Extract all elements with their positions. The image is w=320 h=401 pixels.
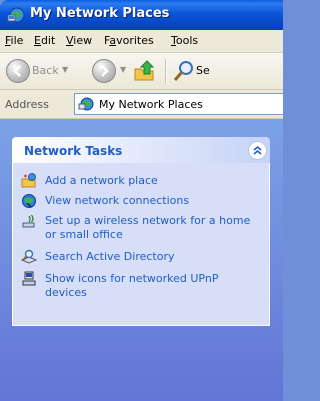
network-connections-icon — [21, 193, 37, 209]
task-label: Add a network place — [45, 174, 158, 187]
up-folder-icon — [134, 60, 155, 81]
back-dropdown-icon[interactable]: ▼ — [62, 65, 68, 74]
task-setup-wireless-network[interactable]: Set up a wireless network for a home or … — [21, 213, 261, 245]
search-directory-icon — [20, 249, 38, 265]
forward-button[interactable] — [92, 59, 116, 83]
group-title: Network Tasks — [24, 144, 123, 158]
search-icon — [173, 61, 193, 81]
task-pane: Network Tasks Add a network place View n… — [0, 119, 283, 401]
collapse-button[interactable] — [248, 141, 267, 160]
network-tasks-group: Network Tasks Add a network place View n… — [12, 137, 270, 327]
address-label: Address — [5, 98, 49, 111]
task-label: Show icons for networked UPnP devices — [45, 272, 219, 299]
task-view-network-connections[interactable]: View network connections — [21, 193, 261, 211]
menu-tools[interactable]: Tools — [171, 34, 198, 47]
menu-edit[interactable]: Edit — [34, 34, 55, 47]
back-arrow-icon — [13, 65, 21, 77]
menu-tools-rest: ools — [175, 34, 199, 47]
search-button[interactable] — [172, 59, 196, 83]
add-network-place-icon — [21, 173, 37, 189]
task-label: Set up a wireless network for a home or … — [45, 214, 251, 241]
upnp-devices-icon — [21, 271, 37, 287]
menu-file[interactable]: File — [5, 34, 23, 47]
task-search-active-directory[interactable]: Search Active Directory — [20, 249, 261, 267]
menu-bar: File Edit View Favorites Tools — [0, 30, 283, 53]
task-label: Search Active Directory — [45, 250, 175, 263]
back-button[interactable] — [6, 59, 30, 83]
forward-dropdown-icon[interactable]: ▼ — [120, 65, 126, 74]
explorer-window: My Network Places File Edit View Favorit… — [0, 0, 283, 401]
task-show-upnp-icons[interactable]: Show icons for networked UPnP devices — [21, 271, 261, 303]
address-field[interactable]: My Network Places — [74, 93, 283, 115]
task-label: View network connections — [45, 194, 190, 207]
task-add-network-place[interactable]: Add a network place — [21, 173, 261, 191]
toolbar: Back ▼ ▼ Se — [0, 53, 283, 90]
address-value: My Network Places — [99, 98, 203, 111]
menu-view-rest: iew — [73, 34, 93, 47]
menu-favorites-rest: vorites — [116, 34, 154, 47]
wireless-network-icon — [21, 213, 37, 229]
back-label[interactable]: Back — [32, 64, 59, 77]
menu-view[interactable]: View — [66, 34, 92, 47]
network-places-icon — [7, 6, 25, 24]
network-tasks-header[interactable]: Network Tasks — [12, 137, 270, 163]
up-folder-button[interactable] — [133, 59, 157, 83]
menu-file-rest: ile — [10, 34, 24, 47]
network-places-icon — [78, 96, 94, 112]
double-chevron-up-icon — [253, 145, 262, 155]
forward-arrow-icon — [101, 65, 109, 77]
menu-edit-mnemonic: E — [34, 34, 41, 47]
menu-edit-rest: dit — [40, 34, 56, 47]
toolbar-separator — [165, 59, 167, 83]
window-title: My Network Places — [30, 6, 170, 21]
address-bar: Address My Network Places — [0, 90, 283, 119]
network-tasks-body: Add a network place View network connect… — [12, 163, 270, 326]
title-bar[interactable]: My Network Places — [0, 0, 283, 30]
search-label[interactable]: Se — [196, 64, 210, 77]
menu-favorites[interactable]: Favorites — [104, 34, 154, 47]
